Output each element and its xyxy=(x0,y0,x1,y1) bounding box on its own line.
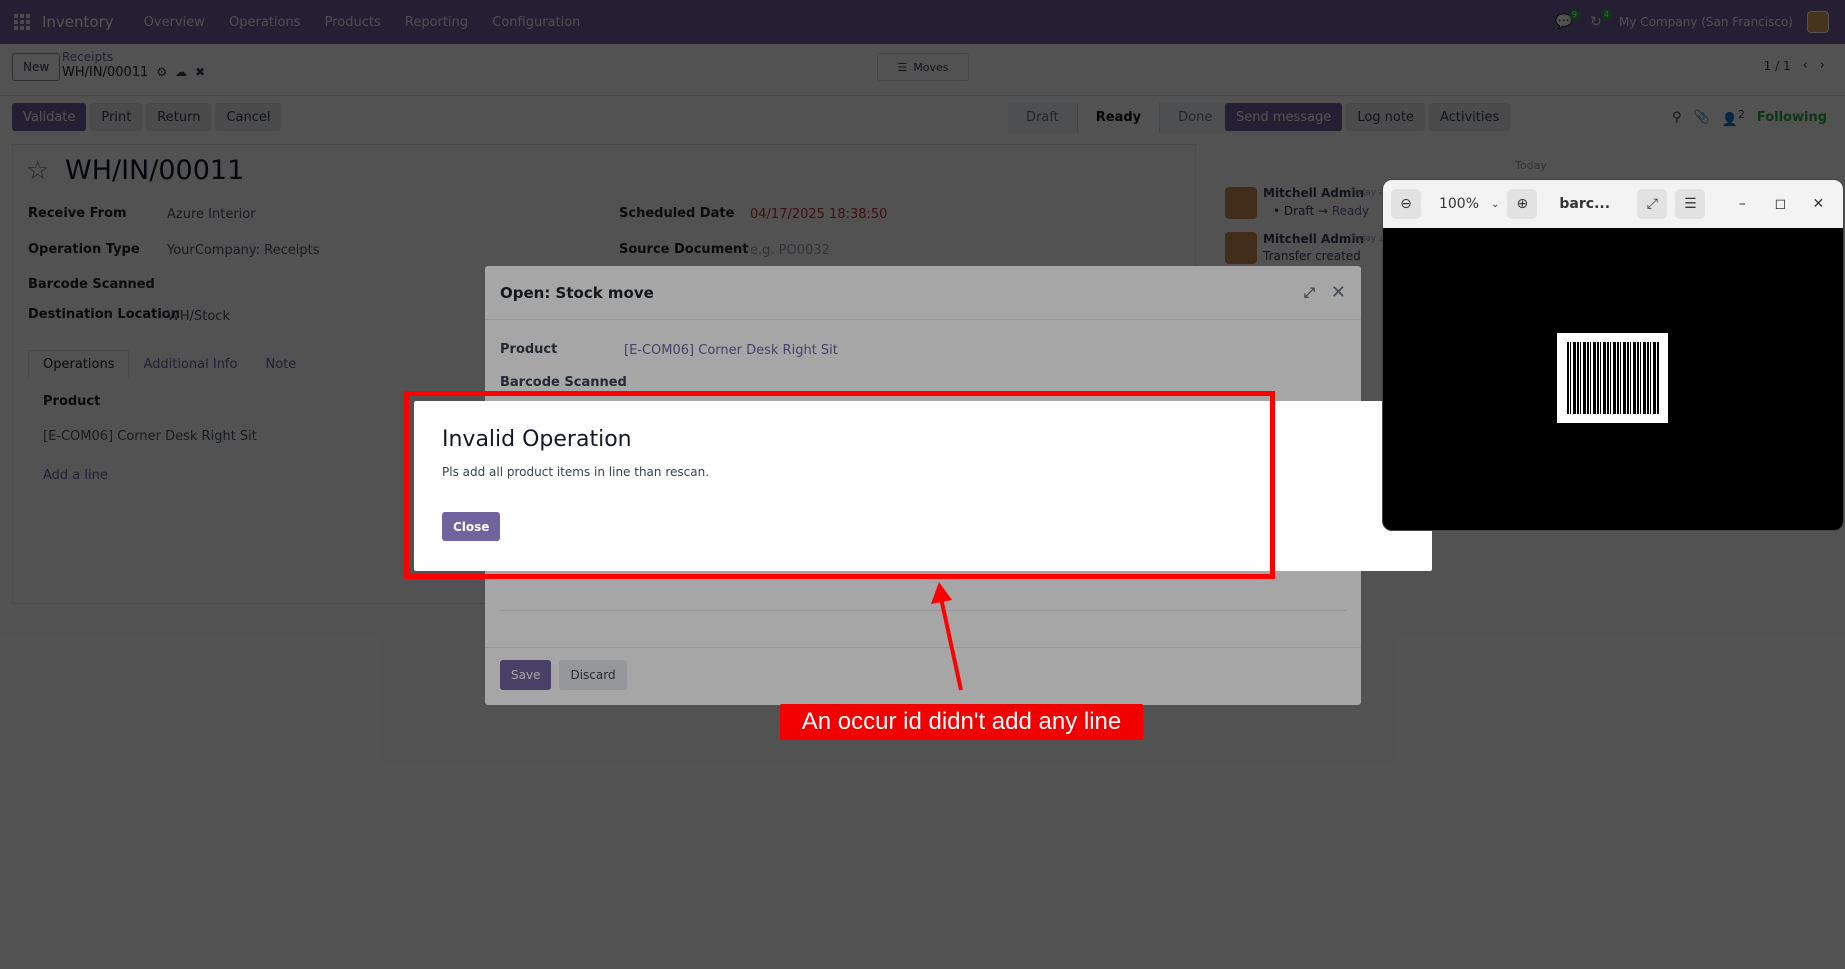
image-viewer-window: ⊖ 100% ⌄ ⊕ barc... ⤢ ☰ – ◻ ✕ xyxy=(1382,179,1844,531)
barcode-image xyxy=(1557,333,1668,423)
annotation-arrow xyxy=(931,582,963,691)
zoom-out-icon[interactable]: ⊖ xyxy=(1391,189,1421,219)
viewer-toolbar: ⊖ 100% ⌄ ⊕ barc... ⤢ ☰ – ◻ ✕ xyxy=(1383,180,1843,228)
zoom-level[interactable]: 100% xyxy=(1429,196,1489,212)
close-window-icon[interactable]: ✕ xyxy=(1803,189,1833,219)
fullscreen-icon[interactable]: ⤢ xyxy=(1637,189,1668,219)
hamburger-menu-icon[interactable]: ☰ xyxy=(1675,189,1706,219)
chevron-down-icon[interactable]: ⌄ xyxy=(1491,199,1499,210)
annotation-highlight-box xyxy=(404,391,1275,579)
annotation-label: An occur id didn't add any line xyxy=(780,704,1143,740)
minimize-icon[interactable]: – xyxy=(1727,189,1757,219)
viewer-title: barc... xyxy=(1559,196,1611,212)
maximize-icon[interactable]: ◻ xyxy=(1765,189,1795,219)
zoom-in-icon[interactable]: ⊕ xyxy=(1507,189,1538,219)
